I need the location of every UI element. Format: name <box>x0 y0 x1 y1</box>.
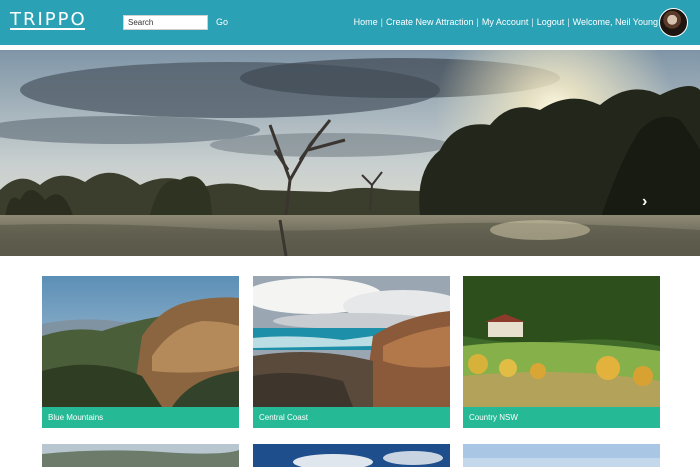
nav-separator: | <box>531 17 534 27</box>
country-nsw-image <box>463 276 660 407</box>
nav-home-link[interactable]: Home <box>354 17 378 27</box>
logo-underline <box>10 28 85 30</box>
hero-lake-image <box>0 50 700 256</box>
card-caption: Central Coast <box>253 407 450 428</box>
attraction-card-peek[interactable] <box>42 444 239 467</box>
logo[interactable]: TRIPPO <box>10 9 87 30</box>
nav-create-attraction-link[interactable]: Create New Attraction <box>386 17 474 27</box>
avatar[interactable] <box>659 8 688 37</box>
attraction-card-blue-mountains[interactable]: Blue Mountains <box>42 276 239 428</box>
attraction-card-peek[interactable] <box>253 444 450 467</box>
blue-mountains-image <box>42 276 239 407</box>
attraction-card-country-nsw[interactable]: Country NSW <box>463 276 660 428</box>
nav-welcome-user[interactable]: Welcome, Neil Young <box>573 17 658 27</box>
card-caption: Country NSW <box>463 407 660 428</box>
central-coast-image <box>253 276 450 407</box>
attraction-card-peek[interactable] <box>463 444 660 467</box>
top-navbar: TRIPPO Go Home | Create New Attraction |… <box>0 0 700 45</box>
attraction-card-central-coast[interactable]: Central Coast <box>253 276 450 428</box>
go-button[interactable]: Go <box>216 17 228 27</box>
search-input[interactable] <box>123 15 208 30</box>
nav-separator: | <box>567 17 570 27</box>
nav-separator: | <box>476 17 479 27</box>
nav-menu: Home | Create New Attraction | My Accoun… <box>354 17 658 27</box>
card-caption: Blue Mountains <box>42 407 239 428</box>
nav-logout-link[interactable]: Logout <box>537 17 565 27</box>
hero-carousel[interactable]: › <box>0 50 700 256</box>
carousel-next-icon[interactable]: › <box>642 193 647 211</box>
nav-my-account-link[interactable]: My Account <box>482 17 529 27</box>
nav-separator: | <box>380 17 383 27</box>
